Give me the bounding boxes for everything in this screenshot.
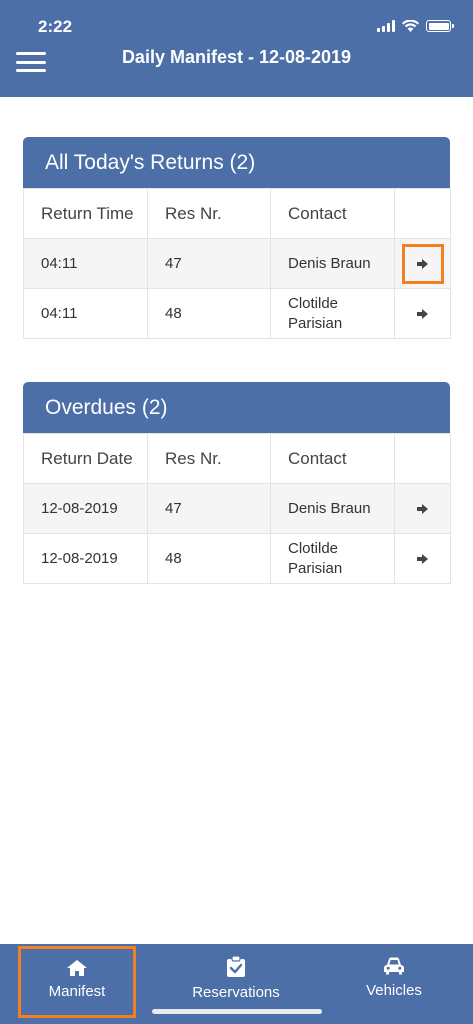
contact-second-line: Parisian (288, 559, 343, 577)
column-header-contact: Contact (270, 433, 395, 484)
returns-panel-title: All Today's Returns (2) (23, 137, 450, 188)
app-header: 2:22 Daily Manifest - 12-08-2019 (0, 0, 473, 97)
contact-cell: Denis Braun (270, 483, 395, 534)
open-return-button[interactable] (394, 288, 451, 339)
arrow-right-icon (417, 504, 428, 515)
tab-manifest-label: Manifest (48, 983, 106, 1000)
contact-cell: Clotilde Parisian (270, 533, 395, 584)
tab-vehicles-label: Vehicles (366, 982, 422, 999)
return-date-cell: 12-08-2019 (23, 533, 148, 584)
clipboard-check-icon (227, 956, 245, 977)
column-header-action (394, 188, 451, 239)
open-overdue-button[interactable] (394, 533, 451, 584)
overdues-panel-title: Overdues (2) (23, 382, 450, 433)
res-nr-cell: 48 (147, 288, 271, 339)
tab-vehicles[interactable]: Vehicles (344, 944, 444, 1024)
returns-table: Return Time Res Nr. Contact 04:11 47 Den… (23, 188, 451, 339)
table-row: 04:11 48 Clotilde Parisian (23, 288, 451, 339)
res-nr-cell: 47 (147, 483, 271, 534)
action-cell (394, 238, 451, 289)
contact-cell: Clotilde Parisian (270, 288, 395, 339)
battery-icon (426, 20, 454, 32)
car-icon (384, 957, 404, 975)
page-title: Daily Manifest - 12-08-2019 (121, 47, 352, 67)
table-header-row: Return Time Res Nr. Contact (23, 188, 451, 239)
home-indicator (152, 1009, 322, 1014)
overdues-panel: Overdues (2) Return Date Res Nr. Contact… (23, 382, 451, 584)
column-header-res-nr: Res Nr. (147, 433, 271, 484)
home-icon (67, 960, 87, 976)
contact-second-line: Parisian (288, 314, 343, 332)
contact-cell: Denis Braun (270, 238, 395, 289)
contact-first-line: Clotilde (288, 294, 339, 312)
column-header-res-nr: Res Nr. (147, 188, 271, 239)
signal-icon (377, 20, 395, 32)
table-row: 12-08-2019 48 Clotilde Parisian (23, 533, 451, 584)
column-header-return-date: Return Date (23, 433, 148, 484)
res-nr-cell: 48 (147, 533, 271, 584)
returns-panel: All Today's Returns (2) Return Time Res … (23, 137, 451, 339)
table-row: 04:11 47 Denis Braun (23, 238, 451, 289)
wifi-icon (402, 20, 419, 32)
tab-reservations-label: Reservations (192, 984, 280, 1001)
column-header-contact: Contact (270, 188, 395, 239)
arrow-right-icon (417, 554, 428, 565)
return-time-cell: 04:11 (23, 288, 148, 339)
arrow-right-icon (417, 258, 428, 269)
column-header-action (394, 433, 451, 484)
column-header-return-time: Return Time (23, 188, 148, 239)
status-time: 2:22 (38, 17, 73, 36)
table-row: 12-08-2019 47 Denis Braun (23, 483, 451, 534)
overdues-table: Return Date Res Nr. Contact 12-08-2019 4… (23, 433, 451, 584)
return-date-cell: 12-08-2019 (23, 483, 148, 534)
arrow-right-icon (417, 309, 428, 320)
open-return-button[interactable] (401, 243, 444, 284)
table-header-row: Return Date Res Nr. Contact (23, 433, 451, 484)
contact-first-line: Clotilde (288, 539, 339, 557)
return-time-cell: 04:11 (23, 238, 148, 289)
open-overdue-button[interactable] (394, 483, 451, 534)
res-nr-cell: 47 (147, 238, 271, 289)
status-icons (377, 20, 454, 32)
tab-manifest[interactable]: Manifest (18, 946, 136, 1018)
